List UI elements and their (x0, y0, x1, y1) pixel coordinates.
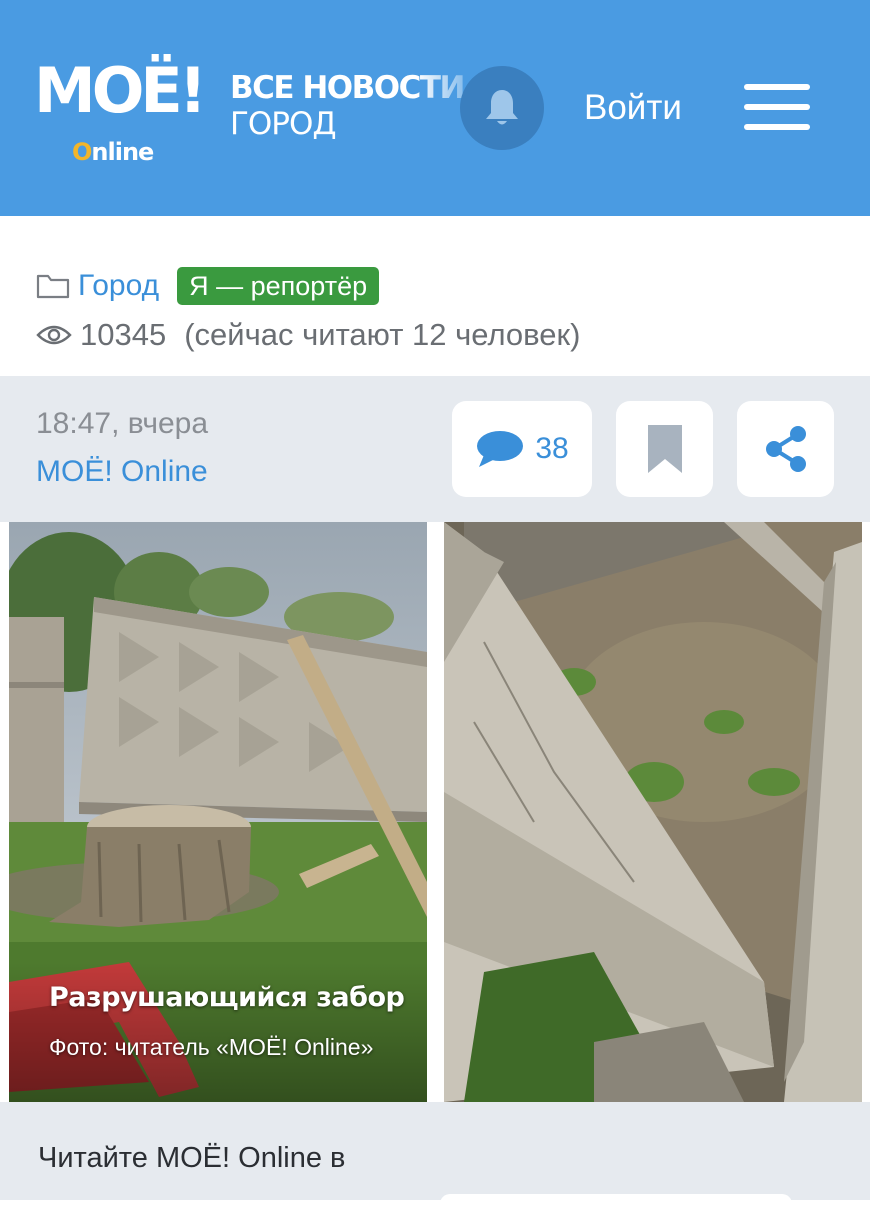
comment-icon (477, 431, 524, 467)
share-button[interactable] (737, 401, 834, 497)
photo-gallery: Разрушающийся забор Фото: читатель «МОЁ!… (0, 522, 870, 1102)
read-us-section: Читайте МОЁ! Online в (0, 1102, 870, 1214)
hamburger-icon[interactable] (744, 84, 810, 132)
photo-caption-credit: Фото: читатель «МОЁ! Online» (49, 1034, 374, 1060)
views-counter: 10345 (сейчас читают 12 человек) (36, 316, 580, 354)
fence-photo-image (9, 522, 427, 1102)
share-icon (765, 426, 806, 472)
read-us-text: Читайте МОЁ! Online в (38, 1142, 346, 1174)
login-link[interactable]: Войти (584, 88, 682, 128)
reporter-badge[interactable]: Я — репортёр (177, 267, 380, 305)
bell-icon (486, 90, 518, 125)
site-logo[interactable]: МОЁ! Online (34, 56, 212, 168)
logo-online-text: Online (72, 138, 154, 166)
slab-photo-image (444, 522, 862, 1102)
comments-count: 38 (535, 432, 569, 465)
eye-icon (36, 325, 72, 345)
tagline-all-news: ВСЕ НОВОСТИ (230, 70, 465, 106)
article-infobar: 18:47, вчера МОЁ! Online 38 (0, 376, 870, 522)
breadcrumb: Город Я — репортёр (36, 266, 380, 306)
gallery-photo-slab[interactable] (444, 522, 862, 1102)
photo-caption-title: Разрушающийся забор (49, 982, 405, 1013)
logo-wordmark: МОЁ! (34, 54, 207, 127)
gallery-photo-fence[interactable]: Разрушающийся забор Фото: читатель «МОЁ!… (9, 522, 427, 1102)
folder-icon (36, 274, 70, 299)
social-button-edge[interactable] (440, 1194, 792, 1214)
site-header: МОЁ! Online ВСЕ НОВОСТИ ГОРОД Войти (0, 0, 870, 216)
notifications-button[interactable] (460, 66, 544, 150)
bookmark-icon (647, 425, 682, 473)
views-count: 10345 (80, 317, 167, 352)
source-link[interactable]: МОЁ! Online (36, 454, 208, 490)
article-meta: Город Я — репортёр 10345 (сейчас читают … (0, 216, 870, 376)
header-tagline[interactable]: ВСЕ НОВОСТИ ГОРОД (230, 70, 465, 142)
tagline-city: ГОРОД (230, 106, 337, 142)
comments-button[interactable]: 38 (452, 401, 592, 497)
bookmark-button[interactable] (616, 401, 713, 497)
category-link[interactable]: Город (78, 266, 159, 306)
publish-time: 18:47, вчера (36, 407, 209, 440)
reading-now: (сейчас читают 12 человек) (184, 317, 581, 352)
